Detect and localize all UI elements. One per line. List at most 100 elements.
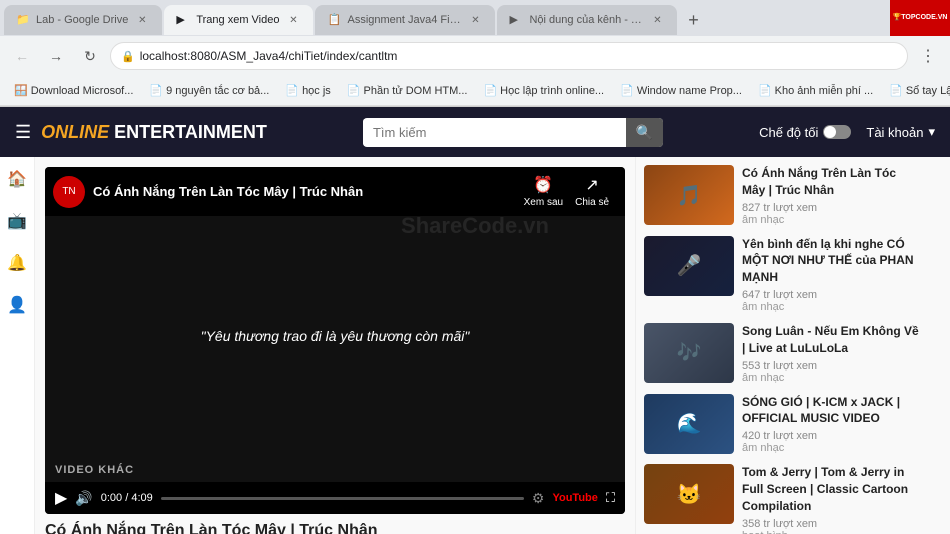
- bookmark-2[interactable]: 📄 học js: [279, 82, 336, 99]
- search-button[interactable]: 🔍: [626, 118, 663, 147]
- extensions-button[interactable]: ⋮: [914, 42, 942, 70]
- related-category-2: âm nhạc: [742, 372, 784, 384]
- video-controls: ▶ 🔊 0:00 / 4:09 ⚙ YouTube ⛶: [45, 482, 625, 514]
- tab-2-close[interactable]: ✕: [467, 12, 483, 28]
- forward-button[interactable]: →: [42, 42, 70, 70]
- related-meta-4: 358 tr lượt xem hoạt hình: [742, 518, 922, 534]
- video-content[interactable]: "Yêu thương trao đi là yêu thương còn mã…: [45, 216, 625, 456]
- search-input[interactable]: [363, 119, 626, 146]
- tab-2-label: Assignment Java4 Final FPOLY IT...: [347, 14, 461, 26]
- related-video-3[interactable]: 🌊 SÓNG GIÓ | K-ICM x JACK | OFFICIAL MUS…: [644, 394, 922, 455]
- tab-1-close[interactable]: ✕: [285, 12, 301, 28]
- account-label: Tài khoản: [866, 125, 923, 140]
- bookmark-1-label: 9 nguyên tắc cơ bả...: [166, 85, 269, 97]
- watchlater-label: Xem sau: [524, 197, 563, 208]
- related-meta-3: 420 tr lượt xem âm nhạc: [742, 430, 922, 454]
- related-category-0: âm nhạc: [742, 214, 784, 226]
- related-title-1: Yên bình đến lạ khi nghe CÓ MỘT NƠI NHƯ …: [742, 236, 922, 286]
- bookmark-3-label: Phần tử DOM HTM...: [364, 85, 468, 97]
- related-thumb-3: 🌊: [644, 394, 734, 454]
- related-info-1: Yên bình đến lạ khi nghe CÓ MỘT NƠI NHƯ …: [742, 236, 922, 313]
- search-box: 🔍: [363, 118, 663, 147]
- toggle-switch[interactable]: [823, 125, 851, 139]
- tab-1-label: Trang xem Video: [196, 14, 279, 26]
- clock-icon: ⏰: [533, 175, 553, 195]
- main-content: 🏠 📺 🔔 👤 TN Có Ánh Nắng Trên Làn Tóc Mây …: [0, 157, 950, 534]
- right-panel: 🎵 Có Ánh Nắng Trên Làn Tóc Mây | Trúc Nh…: [635, 157, 930, 534]
- bookmark-0-label: Download Microsof...: [31, 85, 134, 97]
- bookmark-6[interactable]: 📄 Kho ảnh miễn phí ...: [752, 82, 879, 99]
- total-duration: 4:09: [131, 492, 152, 504]
- browser-chrome: 📁 Lab - Google Drive ✕ ▶ Trang xem Video…: [0, 0, 950, 107]
- related-category-3: âm nhạc: [742, 442, 784, 454]
- share-icon: ↗: [585, 175, 598, 195]
- bookmark-7-favicon: 📄: [889, 84, 903, 97]
- play-button[interactable]: ▶: [55, 488, 67, 508]
- current-time: 0:00: [101, 492, 122, 504]
- new-tab-button[interactable]: +: [679, 6, 707, 34]
- tab-0-close[interactable]: ✕: [134, 12, 150, 28]
- bookmark-6-favicon: 📄: [758, 84, 772, 97]
- fullscreen-button[interactable]: ⛶: [606, 490, 615, 506]
- hamburger-icon[interactable]: ☰: [15, 122, 31, 143]
- bookmark-4-favicon: 📄: [483, 84, 497, 97]
- related-video-4[interactable]: 🐱 Tom & Jerry | Tom & Jerry in Full Scre…: [644, 464, 922, 534]
- tab-1[interactable]: ▶ Trang xem Video ✕: [164, 5, 313, 35]
- video-title-bar: Có Ánh Nắng Trên Làn Tóc Mây | Trúc Nhân: [93, 184, 516, 199]
- time-display: 0:00 / 4:09: [101, 492, 153, 504]
- bookmark-2-label: học js: [302, 85, 331, 97]
- video-player: TN Có Ánh Nắng Trên Làn Tóc Mây | Trúc N…: [45, 167, 625, 514]
- url-bar[interactable]: 🔒 localhost:8080/ASM_Java4/chiTiet/index…: [110, 42, 908, 70]
- bookmark-1[interactable]: 📄 9 nguyên tắc cơ bả...: [143, 82, 275, 99]
- related-title-4: Tom & Jerry | Tom & Jerry in Full Screen…: [742, 464, 922, 514]
- progress-bar[interactable]: [161, 497, 524, 500]
- share-button[interactable]: ↗ Chia sẻ: [575, 175, 609, 208]
- related-title-0: Có Ánh Nắng Trên Làn Tóc Mây | Trúc Nhân: [742, 165, 922, 199]
- sidebar-icon-home[interactable]: 🏠: [5, 167, 29, 191]
- account-button[interactable]: Tài khoản ▾: [866, 124, 935, 140]
- sidebar-icon-tv[interactable]: 📺: [5, 209, 29, 233]
- tab-0-favicon: 📁: [16, 13, 30, 27]
- video-info-title: Có Ánh Nắng Trên Làn Tóc Mây | Trúc Nhân: [45, 522, 625, 534]
- watchlater-button[interactable]: ⏰ Xem sau: [524, 175, 563, 208]
- url-text: localhost:8080/ASM_Java4/chiTiet/index/c…: [140, 49, 897, 63]
- back-button[interactable]: ←: [8, 42, 36, 70]
- bookmark-7[interactable]: 📄 Sổ tay Lập trình DO...: [883, 82, 950, 99]
- logo-entertainment: ENTERTAINMENT: [114, 122, 267, 142]
- video-other-label: VIDEO KHÁC: [55, 464, 134, 476]
- related-meta-0: 827 tr lượt xem âm nhạc: [742, 202, 922, 226]
- sidebar-icon-bell[interactable]: 🔔: [5, 251, 29, 275]
- video-avatar: TN: [53, 176, 85, 208]
- account-chevron-icon: ▾: [928, 124, 935, 140]
- tab-2-favicon: 📋: [327, 13, 341, 27]
- app-header: ☰ ONLINE ENTERTAINMENT 🔍 Chế độ tối: [0, 107, 950, 157]
- video-quote: "Yêu thương trao đi là yêu thương còn mã…: [201, 328, 470, 344]
- related-views-4: 358 tr lượt xem: [742, 518, 922, 530]
- video-header: TN Có Ánh Nắng Trên Làn Tóc Mây | Trúc N…: [45, 167, 625, 216]
- related-video-1[interactable]: 🎤 Yên bình đến lạ khi nghe CÓ MỘT NƠI NH…: [644, 236, 922, 313]
- bookmark-3[interactable]: 📄 Phần tử DOM HTM...: [341, 82, 474, 99]
- tab-2[interactable]: 📋 Assignment Java4 Final FPOLY IT... ✕: [315, 5, 495, 35]
- related-info-4: Tom & Jerry | Tom & Jerry in Full Screen…: [742, 464, 922, 534]
- related-thumb-2: 🎶: [644, 323, 734, 383]
- volume-button[interactable]: 🔊: [75, 490, 92, 507]
- bookmark-0-favicon: 🪟: [14, 84, 28, 97]
- dark-mode-switch[interactable]: Chế độ tối: [759, 125, 851, 140]
- reload-button[interactable]: ↻: [76, 42, 104, 70]
- lock-icon: 🔒: [121, 50, 135, 63]
- bookmark-0[interactable]: 🪟 Download Microsof...: [8, 82, 139, 99]
- related-video-2[interactable]: 🎶 Song Luân - Nếu Em Không Về | Live at …: [644, 323, 922, 384]
- related-video-0[interactable]: 🎵 Có Ánh Nắng Trên Làn Tóc Mây | Trúc Nh…: [644, 165, 922, 226]
- related-info-0: Có Ánh Nắng Trên Làn Tóc Mây | Trúc Nhân…: [742, 165, 922, 226]
- bookmark-4[interactable]: 📄 Học lập trình online...: [477, 82, 610, 99]
- related-title-3: SÓNG GIÓ | K-ICM x JACK | OFFICIAL MUSIC…: [742, 394, 922, 428]
- tab-3[interactable]: ▶ Nội dung của kênh - YouTube S... ✕: [497, 5, 677, 35]
- topcode-badge: 🏆TOPCODE.VN: [890, 0, 950, 36]
- tab-3-label: Nội dung của kênh - YouTube S...: [529, 14, 643, 26]
- video-area: TN Có Ánh Nắng Trên Làn Tóc Mây | Trúc N…: [35, 157, 635, 534]
- related-thumb-4: 🐱: [644, 464, 734, 524]
- tab-0[interactable]: 📁 Lab - Google Drive ✕: [4, 5, 162, 35]
- sidebar-icon-user[interactable]: 👤: [5, 293, 29, 317]
- bookmark-5[interactable]: 📄 Window name Prop...: [614, 82, 748, 99]
- tab-3-close[interactable]: ✕: [649, 12, 665, 28]
